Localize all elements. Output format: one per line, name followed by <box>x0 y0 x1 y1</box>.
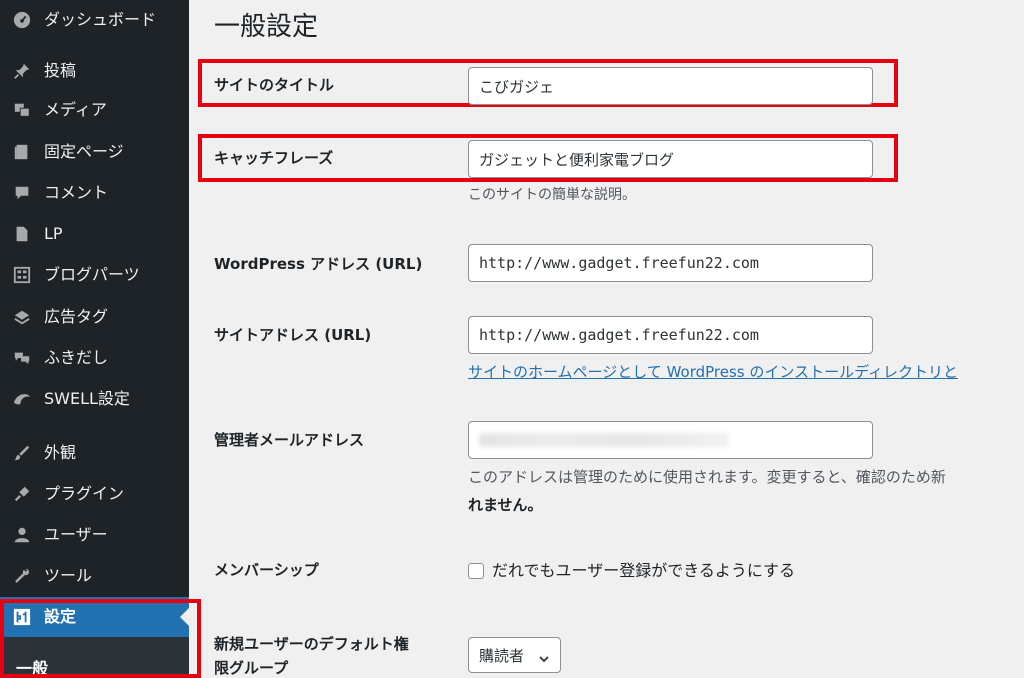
sidebar-item-ad-tags[interactable]: 広告タグ <box>0 297 189 337</box>
sidebar-item-label: LP <box>44 224 63 243</box>
sidebar-item-label: メディア <box>44 100 107 119</box>
settings-icon <box>12 607 32 627</box>
wp-address-label: WordPress アドレス (URL) <box>214 255 423 273</box>
brush-icon <box>12 443 32 463</box>
admin-email-label: 管理者メールアドレス <box>214 431 365 449</box>
sidebar-item-dashboard[interactable]: ダッシュボード <box>0 0 189 40</box>
sidebar-item-label: 固定ページ <box>44 142 124 161</box>
sidebar-item-label: ダッシュボード <box>44 10 157 29</box>
sidebar-item-label: 広告タグ <box>44 307 109 326</box>
sidebar-item-label: SWELL設定 <box>44 389 130 408</box>
sidebar-item-label: ツール <box>44 566 93 585</box>
sidebar-item-settings[interactable]: 設定 <box>0 597 189 637</box>
chevron-down-icon <box>538 650 550 668</box>
wrench-icon <box>12 566 32 586</box>
user-icon <box>12 525 32 545</box>
admin-email-description-cont: れません。 <box>468 496 543 514</box>
pin-icon <box>12 61 32 81</box>
default-role-select[interactable]: 購読者 <box>468 637 561 673</box>
sidebar-item-speech-bubbles[interactable]: ふきだし <box>0 338 189 378</box>
sidebar-item-label: プラグイン <box>44 484 125 503</box>
site-title-input[interactable]: こびガジェ <box>468 67 873 105</box>
stack-icon <box>12 307 32 327</box>
sidebar-item-plugins[interactable]: プラグイン <box>0 474 189 514</box>
sidebar-item-comments[interactable]: コメント <box>0 173 189 213</box>
sidebar-item-label: ふきだし <box>44 348 109 367</box>
admin-sidebar: ダッシュボード 投稿 メディア 固定ページ コメント LP ブログパーツ 広告タ… <box>0 0 189 678</box>
plug-icon <box>12 484 32 504</box>
admin-email-input[interactable] <box>468 421 873 459</box>
sidebar-item-label: ユーザー <box>44 525 108 544</box>
tagline-input[interactable]: ガジェットと便利家電ブログ <box>468 140 873 178</box>
site-address-help-link[interactable]: サイトのホームページとして WordPress のインストールディレクトリと <box>468 361 958 382</box>
page-icon <box>12 142 32 162</box>
admin-email-description: このアドレスは管理のために使用されます。変更すると、確認のため新 <box>468 468 946 486</box>
site-title-label: サイトのタイトル <box>214 76 335 94</box>
submenu-item-general[interactable]: 一般 <box>16 655 48 678</box>
membership-label: メンバーシップ <box>214 561 319 579</box>
site-address-label: サイトアドレス (URL) <box>214 326 372 344</box>
sidebar-item-blog-parts[interactable]: ブログパーツ <box>0 255 189 295</box>
blurred-email-value <box>479 433 729 447</box>
document-icon <box>12 224 32 244</box>
sidebar-item-label: 設定 <box>44 607 77 626</box>
sidebar-item-media[interactable]: メディア <box>0 90 189 130</box>
tagline-description: このサイトの簡単な説明。 <box>468 187 636 203</box>
sidebar-item-label: ブログパーツ <box>44 265 140 284</box>
sidebar-item-appearance[interactable]: 外観 <box>0 433 189 473</box>
page-title: 一般設定 <box>214 12 319 42</box>
membership-checkbox[interactable] <box>468 563 484 579</box>
default-role-label: 新規ユーザーのデフォルト権 <box>214 635 409 653</box>
media-icon <box>12 100 32 120</box>
sidebar-item-swell-settings[interactable]: SWELL設定 <box>0 379 189 419</box>
sidebar-item-label: 投稿 <box>44 61 77 80</box>
dashboard-icon <box>12 10 32 30</box>
sidebar-submenu: 一般 <box>0 637 189 678</box>
swell-icon <box>12 389 32 409</box>
sidebar-item-pages[interactable]: 固定ページ <box>0 132 189 172</box>
tagline-label: キャッチフレーズ <box>214 149 334 167</box>
sidebar-item-label: 外観 <box>44 443 77 462</box>
comment-icon <box>12 183 32 203</box>
default-role-value: 購読者 <box>479 646 525 665</box>
sidebar-item-users[interactable]: ユーザー <box>0 515 189 555</box>
wp-address-input[interactable]: http://www.gadget.freefun22.com <box>468 244 873 282</box>
site-address-input[interactable]: http://www.gadget.freefun22.com <box>468 316 873 354</box>
sidebar-item-posts[interactable]: 投稿 <box>0 51 189 91</box>
sidebar-item-label: コメント <box>44 183 109 202</box>
default-role-label-cont: 限グループ <box>214 659 289 677</box>
sidebar-item-lp[interactable]: LP <box>0 214 189 254</box>
grid-icon <box>12 265 32 285</box>
speech-bubble-icon <box>12 348 32 368</box>
membership-checkbox-label[interactable]: だれでもユーザー登録ができるようにする <box>492 560 795 582</box>
sidebar-item-tools[interactable]: ツール <box>0 556 189 596</box>
